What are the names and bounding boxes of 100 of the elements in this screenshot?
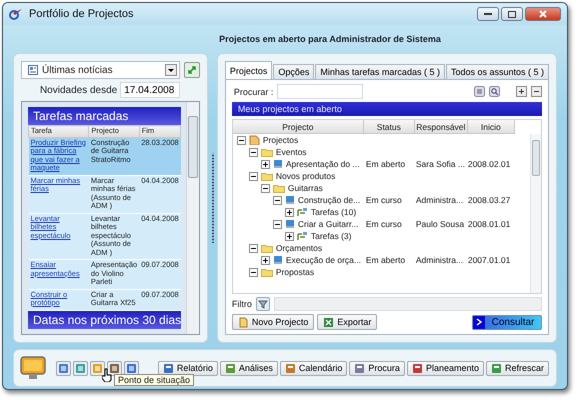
toolbar-button[interactable]: Refrescar bbox=[486, 360, 549, 376]
start-date: 2008.03.27 bbox=[468, 195, 510, 205]
section-header: Datas nos próximos 30 dias bbox=[28, 310, 182, 328]
tree-item[interactable]: Criar a Guitarr... bbox=[298, 219, 358, 229]
tree-item[interactable]: Tarefas (10) bbox=[310, 207, 356, 217]
action-button[interactable]: Novo Projecto bbox=[232, 314, 314, 330]
tooltip: Ponto de situação bbox=[114, 374, 194, 386]
toolbar-button[interactable]: Calendário bbox=[280, 360, 348, 376]
tab[interactable]: Todos os assuntos ( 5 ) bbox=[446, 64, 549, 79]
tile-icon bbox=[490, 362, 502, 374]
owner-text: Administra... bbox=[416, 195, 464, 205]
news-dropdown[interactable]: Últimas notícias bbox=[21, 61, 180, 79]
project-icon bbox=[272, 159, 283, 169]
tree-item[interactable]: Apresentação do ... bbox=[286, 159, 360, 169]
tree-item[interactable]: Eventos bbox=[276, 147, 307, 157]
tree-toggle-icon[interactable] bbox=[260, 160, 270, 168]
monitor-icon bbox=[20, 356, 46, 380]
tree-item[interactable]: Propostas bbox=[276, 267, 314, 277]
tree-item[interactable]: Execução de orça... bbox=[286, 255, 361, 265]
tree-item[interactable]: Orçamentos bbox=[276, 243, 322, 253]
hand-cursor-icon bbox=[102, 368, 112, 382]
project-icon bbox=[284, 195, 295, 205]
section-header: Tarefas marcadas bbox=[28, 107, 182, 125]
column-header[interactable]: Inicio bbox=[468, 120, 515, 134]
tree-toggle-icon[interactable] bbox=[284, 232, 294, 240]
tree-toggle-icon[interactable] bbox=[248, 148, 258, 156]
tasks-icon bbox=[296, 231, 308, 241]
since-date-field[interactable]: 17.04.2008 bbox=[120, 82, 180, 98]
tile-icon bbox=[224, 362, 236, 374]
tree-toggle-icon[interactable] bbox=[248, 172, 258, 180]
tasks-icon bbox=[296, 207, 308, 217]
panel-title-bar: Meus projectos em aberto bbox=[232, 102, 542, 116]
minimize-button[interactable] bbox=[477, 7, 499, 21]
tree-toggle-icon[interactable] bbox=[248, 244, 258, 252]
filter-icon bbox=[258, 300, 268, 308]
tile-icon bbox=[109, 362, 120, 374]
status-text: Em aberto bbox=[366, 159, 406, 169]
tile-icon bbox=[126, 362, 137, 374]
close-button[interactable] bbox=[525, 7, 561, 21]
tree-toggle-icon[interactable] bbox=[272, 196, 282, 204]
tile-icon bbox=[75, 362, 86, 374]
header-title: Projectos em aberto para Administrador de Sistema bbox=[219, 34, 441, 44]
tree-item[interactable]: Projectos bbox=[262, 135, 298, 145]
newspaper-icon bbox=[28, 65, 38, 75]
scrollbar[interactable] bbox=[530, 134, 541, 293]
tile-icon bbox=[92, 362, 103, 374]
toolbar-button[interactable]: Procura bbox=[349, 360, 405, 376]
owner-text: Administra... bbox=[416, 255, 464, 265]
tree-item[interactable]: Construção de... bbox=[298, 195, 360, 205]
toolbar-button[interactable]: Análises bbox=[220, 360, 278, 376]
document-icon bbox=[238, 316, 249, 328]
spreadsheet-icon bbox=[323, 316, 334, 328]
tree-toggle-icon[interactable] bbox=[236, 136, 246, 144]
tree-item[interactable]: Tarefas (3) bbox=[310, 231, 352, 241]
start-date: 2007.01.01 bbox=[468, 255, 510, 265]
tree-toggle-icon[interactable] bbox=[260, 184, 270, 192]
refresh-icon-button[interactable] bbox=[184, 62, 200, 78]
query-button[interactable]: Consultar bbox=[472, 314, 542, 330]
column-header[interactable]: Status bbox=[364, 120, 415, 134]
arrows-icon bbox=[187, 65, 198, 75]
app-logo-icon bbox=[9, 8, 23, 20]
tile-icon bbox=[412, 362, 423, 374]
start-date: 2008.01.01 bbox=[468, 219, 510, 229]
tree-toggle-icon[interactable] bbox=[260, 256, 270, 264]
folder-icon bbox=[260, 147, 273, 157]
tab[interactable]: Minhas tarefas marcadas ( 5 ) bbox=[315, 64, 445, 79]
tree-item[interactable]: Novos produtos bbox=[276, 171, 336, 181]
tab[interactable]: Opções bbox=[273, 64, 314, 79]
project-icon bbox=[272, 255, 283, 265]
expand-all-icon[interactable] bbox=[516, 86, 527, 97]
action-button[interactable]: Exportar bbox=[317, 314, 378, 330]
folder-icon bbox=[260, 267, 273, 277]
tree-toggle-icon[interactable] bbox=[272, 220, 282, 228]
tab[interactable]: Projectos bbox=[224, 61, 272, 79]
project-icon bbox=[284, 219, 295, 229]
maximize-button[interactable] bbox=[501, 7, 523, 21]
folder-icon bbox=[260, 243, 273, 253]
folder-icon bbox=[260, 171, 273, 181]
owner-text: Sara Sofia ... bbox=[416, 159, 465, 169]
tile-icon bbox=[354, 362, 366, 374]
filter-field[interactable] bbox=[274, 297, 542, 311]
column-header[interactable]: Projecto bbox=[232, 120, 364, 134]
tree-item[interactable]: Guitarras bbox=[288, 183, 323, 193]
since-label: Novidades desde bbox=[40, 84, 118, 96]
toolbar-button[interactable]: Planeamento bbox=[406, 360, 484, 376]
tree-toggle-icon[interactable] bbox=[248, 268, 258, 276]
column-header[interactable]: Responsável bbox=[414, 120, 468, 134]
toolbar-button[interactable]: Relatório bbox=[158, 360, 218, 376]
search-label: Procurar : bbox=[234, 86, 274, 96]
search-icon[interactable] bbox=[489, 86, 500, 97]
start-date: 2008.02.01 bbox=[468, 159, 510, 169]
scrollbar[interactable] bbox=[186, 102, 200, 334]
close-icon bbox=[539, 10, 547, 18]
tile-icon bbox=[58, 362, 69, 374]
collapse-all-icon[interactable] bbox=[531, 86, 542, 97]
status-text: Em curso bbox=[366, 219, 402, 229]
search-field[interactable] bbox=[277, 84, 364, 99]
tree-toggle-icon[interactable] bbox=[284, 208, 294, 216]
status-text: Em aberto bbox=[366, 255, 406, 265]
filter-icon-button[interactable] bbox=[256, 297, 270, 311]
